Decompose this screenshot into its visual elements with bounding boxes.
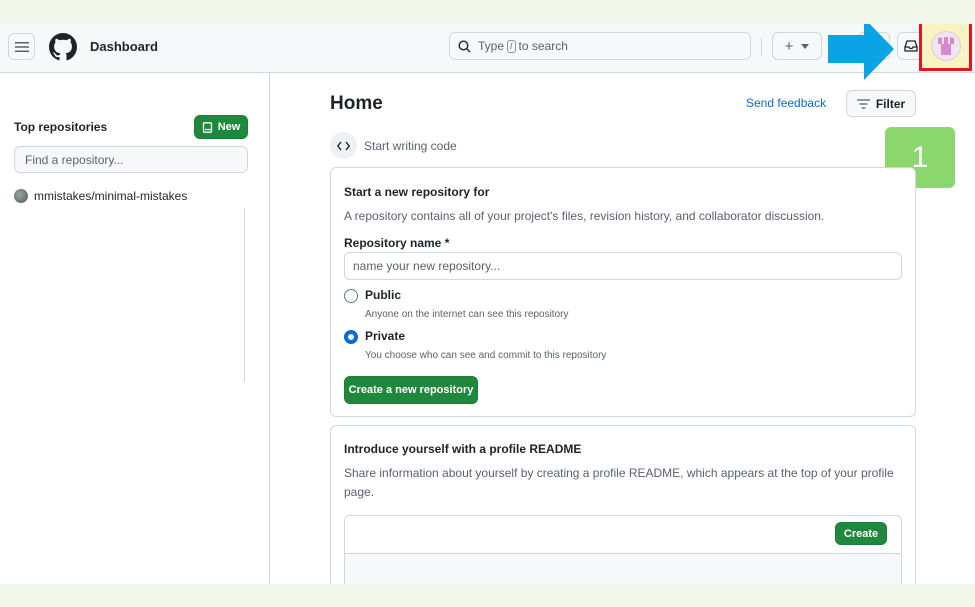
search-input[interactable]: Type / to search <box>449 32 751 60</box>
repo-name: mmistakes/minimal-mistakes <box>34 189 188 203</box>
readme-editor[interactable]: Create <box>344 515 902 584</box>
readme-card-description-line1: Share information about yourself by crea… <box>344 466 894 480</box>
top-repositories-heading: Top repositories <box>14 120 108 134</box>
find-repository-input[interactable]: Find a repository... <box>14 146 248 173</box>
create-new-button[interactable]: + <box>772 32 822 60</box>
new-repo-card-description: A repository contains all of your projec… <box>344 209 825 223</box>
repo-icon <box>202 121 212 133</box>
search-suffix: to search <box>518 39 568 53</box>
send-feedback-link[interactable]: Send feedback <box>746 96 826 110</box>
repository-name-input[interactable]: name your new repository... <box>344 252 902 280</box>
hamburger-icon <box>14 41 29 52</box>
app-window: Dashboard Type / to search + Top reposit… <box>0 24 975 584</box>
search-prefix: Type <box>478 39 505 53</box>
readme-card-title: Introduce yourself with a profile README <box>344 442 582 456</box>
menu-button[interactable] <box>8 33 35 60</box>
page-title: Home <box>330 93 383 114</box>
inbox-icon <box>904 40 918 52</box>
avatar-shirt-icon <box>938 37 954 55</box>
page-context-title[interactable]: Dashboard <box>90 39 158 54</box>
create-readme-button[interactable]: Create <box>835 522 887 545</box>
sidebar-scroll-divider <box>244 208 245 382</box>
new-repository-button[interactable]: New <box>194 115 248 139</box>
public-label[interactable]: Public <box>365 288 401 302</box>
sidebar: Top repositories New Find a repository..… <box>0 73 270 584</box>
chevron-down-icon <box>801 43 810 49</box>
filter-button[interactable]: Filter <box>846 90 916 117</box>
user-avatar[interactable] <box>931 31 961 61</box>
pointer-arrow-icon <box>828 24 894 80</box>
profile-readme-card: Introduce yourself with a profile README… <box>330 425 916 584</box>
start-writing-code-label: Start writing code <box>364 139 457 153</box>
private-radio[interactable] <box>344 330 358 344</box>
private-description: You choose who can see and commit to thi… <box>365 350 607 361</box>
public-description: Anyone on the internet can see this repo… <box>365 309 569 320</box>
search-shortcut-key: / <box>507 39 516 53</box>
top-navigation-bar: Dashboard Type / to search + <box>0 24 975 80</box>
code-icon <box>330 132 357 159</box>
plus-icon: + <box>784 37 794 55</box>
filter-icon <box>856 98 870 109</box>
filter-label: Filter <box>875 96 906 111</box>
repository-name-label: Repository name * <box>344 236 450 250</box>
new-repository-card: Start a new repository for A repository … <box>330 167 916 417</box>
readme-card-description-line2: page. <box>344 485 375 499</box>
public-radio[interactable] <box>344 289 358 303</box>
create-new-repository-button[interactable]: Create a new repository <box>344 376 478 404</box>
search-icon <box>458 39 471 52</box>
new-repo-card-title: Start a new repository for <box>344 185 494 199</box>
private-label[interactable]: Private <box>365 329 405 343</box>
new-button-label: New <box>217 121 241 133</box>
repo-link[interactable]: mmistakes/minimal-mistakes <box>14 189 187 203</box>
divider <box>761 38 762 56</box>
github-logo-icon[interactable] <box>49 33 77 61</box>
readme-editor-body[interactable] <box>345 553 901 584</box>
repo-owner-avatar <box>14 189 28 203</box>
